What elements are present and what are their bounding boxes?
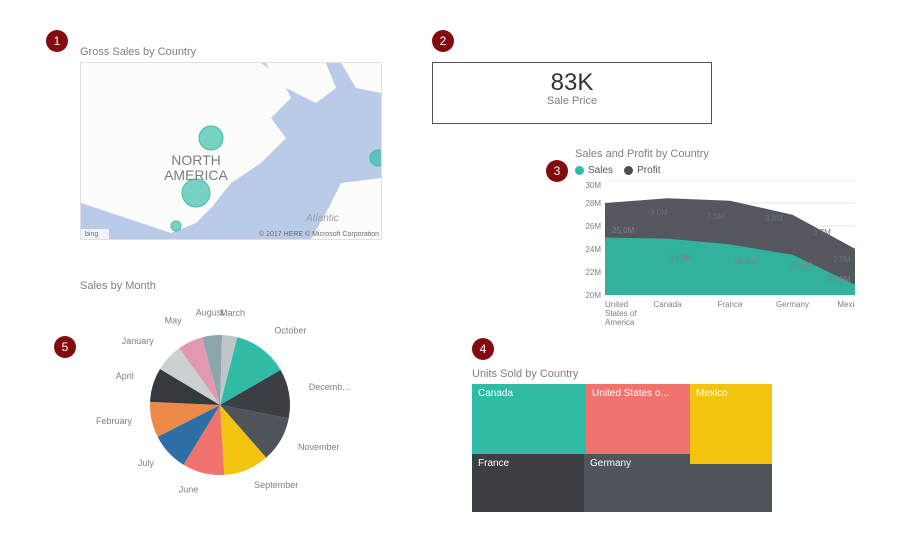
callout-badge-5: 5 bbox=[54, 336, 76, 358]
legend-dot-profit bbox=[624, 166, 633, 175]
map-logo: bing bbox=[85, 231, 98, 238]
map-region-label: NORTHAMERICA bbox=[164, 152, 228, 183]
pie-label: September bbox=[254, 480, 298, 490]
profit-label: 3.0M bbox=[650, 208, 668, 217]
pie-chart[interactable]: October Decemb... November September June Jul… bbox=[80, 295, 400, 500]
pie-label: April bbox=[116, 371, 134, 381]
callout-badge-4: 4 bbox=[472, 338, 494, 360]
xtick: Germany bbox=[776, 300, 809, 309]
map-title: Gross Sales by Country bbox=[80, 46, 196, 58]
area-chart-title: Sales and Profit by Country bbox=[575, 148, 709, 160]
ytick: 24M bbox=[585, 245, 601, 254]
treemap-cell-france[interactable]: France bbox=[472, 454, 584, 512]
pie-label: October bbox=[274, 325, 306, 335]
treemap-cell-usa[interactable]: United States o... bbox=[586, 384, 690, 454]
map-attribution: © 2017 HERE © Microsoft Corporation bbox=[259, 230, 379, 238]
ytick: 28M bbox=[585, 199, 601, 208]
treemap-visual[interactable]: Canada United States o... Mexico France … bbox=[472, 384, 772, 512]
pie-label: Decemb... bbox=[309, 382, 350, 392]
treemap-title: Units Sold by Country bbox=[472, 368, 578, 380]
sales-label: 24.4M bbox=[733, 257, 756, 266]
callout-badge-2: 2 bbox=[432, 30, 454, 52]
callout-badge-3: 3 bbox=[546, 160, 568, 182]
profit-label: 3.8M bbox=[765, 214, 783, 223]
area-chart-legend: Sales Profit bbox=[575, 165, 660, 176]
card-caption: Sale Price bbox=[433, 95, 711, 107]
xtick: France bbox=[718, 300, 743, 309]
pie-label: March bbox=[220, 308, 245, 318]
treemap-cell-germany[interactable]: Germany bbox=[584, 454, 690, 512]
sales-label: 20.9M bbox=[828, 275, 851, 284]
legend-label-sales: Sales bbox=[588, 165, 613, 176]
xtick: UnitedStates ofAmerica bbox=[605, 300, 637, 327]
profit-label: 3.7M bbox=[813, 228, 831, 237]
profit-label: 2.9M bbox=[833, 255, 851, 264]
pie-label: June bbox=[179, 484, 199, 494]
legend-label-profit: Profit bbox=[637, 165, 660, 176]
sales-label: 24.9M bbox=[670, 254, 693, 263]
pie-label: November bbox=[298, 442, 340, 452]
sales-label: 25.0M bbox=[612, 226, 635, 235]
xtick: Canada bbox=[653, 300, 682, 309]
ytick: 30M bbox=[585, 181, 601, 190]
map-visual[interactable]: NORTHAMERICA Atlantic bing © 2017 HERE ©… bbox=[80, 62, 382, 240]
pie-label: February bbox=[96, 416, 133, 426]
xtick: Mexico bbox=[837, 300, 855, 309]
pie-label: July bbox=[138, 458, 155, 468]
ytick: 22M bbox=[585, 268, 601, 277]
area-chart[interactable]: 20M 22M 24M 26M 28M 30M 25.0M 3.0M 24.9M… bbox=[575, 180, 855, 340]
card-visual[interactable]: 83K Sale Price bbox=[432, 62, 712, 124]
pie-chart-title: Sales by Month bbox=[80, 280, 156, 292]
legend-dot-sales bbox=[575, 166, 584, 175]
map-ocean-label: Atlantic bbox=[305, 213, 339, 224]
ytick: 26M bbox=[585, 222, 601, 231]
profit-label: 3.5M bbox=[707, 212, 725, 221]
callout-badge-1: 1 bbox=[46, 30, 68, 52]
card-value: 83K bbox=[433, 69, 711, 97]
ytick: 20M bbox=[585, 291, 601, 300]
pie-label: May bbox=[165, 316, 183, 326]
treemap-cell-mexico[interactable]: Mexico bbox=[690, 384, 772, 464]
treemap-cell-canada[interactable]: Canada bbox=[472, 384, 586, 454]
sales-label: 23.5M bbox=[790, 261, 813, 270]
treemap-cell-blank[interactable] bbox=[690, 464, 772, 512]
pie-label: January bbox=[122, 336, 155, 346]
